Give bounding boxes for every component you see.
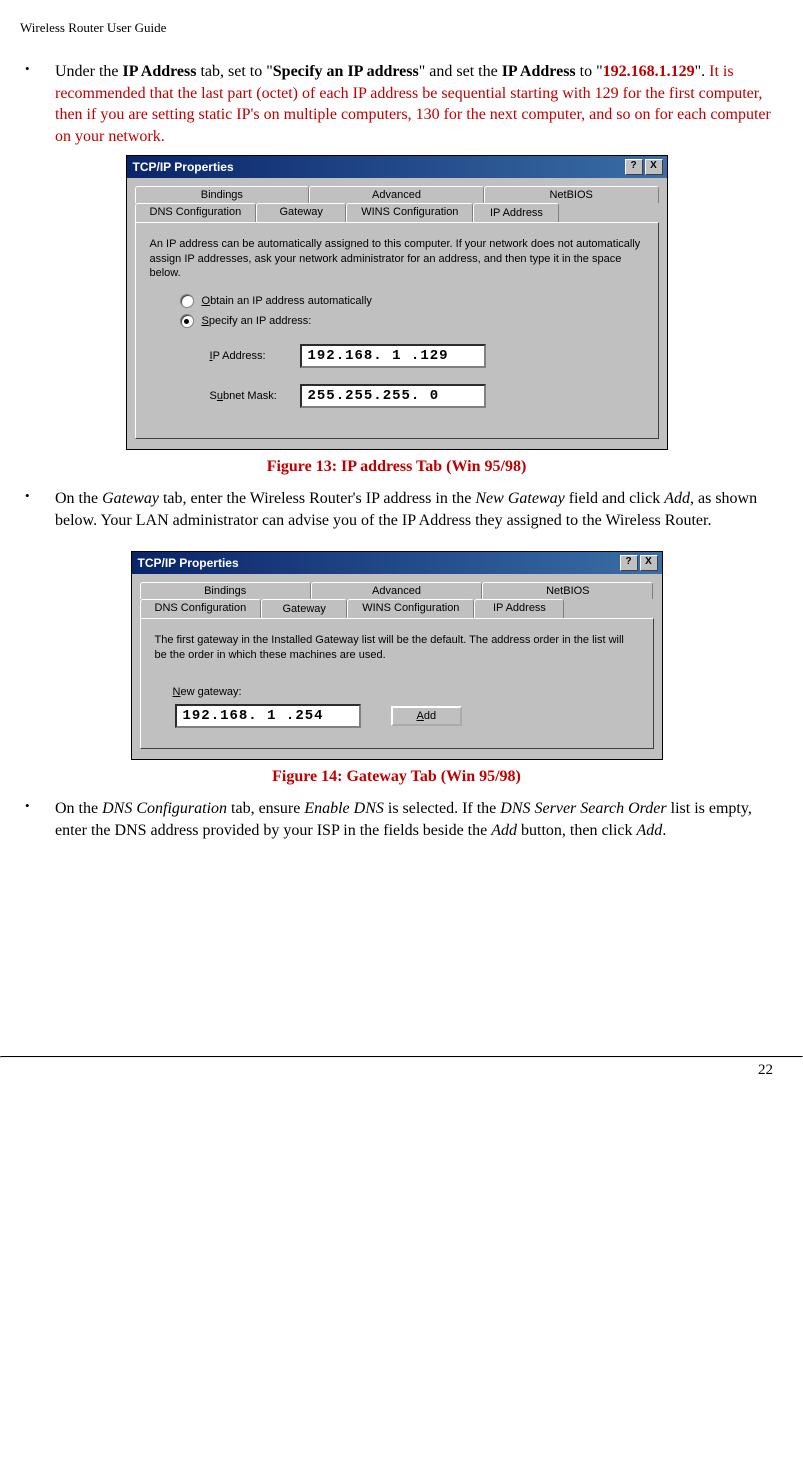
text: to " (576, 63, 603, 80)
tab-bindings[interactable]: Bindings (140, 582, 311, 599)
tab-ipaddress[interactable]: IP Address (473, 203, 559, 222)
text: On the (55, 800, 102, 817)
bullet-dns: • On the DNS Configuration tab, ensure E… (20, 798, 773, 841)
tab-dns[interactable]: DNS Configuration (135, 203, 257, 222)
tcpip-dialog-ip: TCP/IP Properties ? X Bindings Advanced … (126, 155, 668, 450)
new-gateway-label: New gateway: (173, 686, 639, 698)
tab-bindings[interactable]: Bindings (135, 186, 310, 203)
text: . (662, 822, 666, 839)
subnet-mask-label: Subnet Mask: (210, 390, 300, 402)
tab-gateway[interactable]: Gateway (261, 599, 347, 618)
subnet-mask-input[interactable]: 255.255.255. 0 (300, 384, 486, 408)
bullet-gateway: • On the Gateway tab, enter the Wireless… (20, 488, 773, 531)
label: pecify an IP address: (209, 315, 312, 327)
tab-gateway[interactable]: Gateway (256, 203, 346, 222)
tab-ipaddress[interactable]: IP Address (474, 599, 564, 618)
radio-icon (180, 294, 194, 308)
figure-caption-13: Figure 13: IP address Tab (Win 95/98) (20, 458, 773, 476)
text: On the (55, 490, 102, 507)
bullet-content: On the Gateway tab, enter the Wireless R… (55, 488, 773, 531)
tab-wins[interactable]: WINS Configuration (346, 203, 473, 222)
titlebar: TCP/IP Properties ? X (127, 156, 667, 178)
close-button[interactable]: X (640, 555, 658, 571)
ip-address-label: IP Address: (210, 350, 300, 362)
titlebar: TCP/IP Properties ? X (132, 552, 662, 574)
panel-description: An IP address can be automatically assig… (150, 237, 644, 280)
text: Under the (55, 63, 123, 80)
panel-description: The first gateway in the Installed Gatew… (155, 633, 639, 662)
text-italic: Add (491, 822, 517, 839)
text-bold: IP Address (502, 63, 576, 80)
bullet-content: Under the IP Address tab, set to "Specif… (55, 61, 773, 147)
add-button[interactable]: Add (391, 706, 463, 726)
text-italic: Enable DNS (304, 800, 384, 817)
text: field and click (565, 490, 665, 507)
text-italic: DNS Configuration (102, 800, 227, 817)
accel: O (202, 295, 211, 307)
bullet-dot: • (25, 488, 55, 531)
bullet-content: On the DNS Configuration tab, ensure Ena… (55, 798, 773, 841)
help-button[interactable]: ? (620, 555, 638, 571)
text-bold: IP Address (123, 63, 197, 80)
text-italic: Add (637, 822, 663, 839)
text: button, then click (517, 822, 637, 839)
text: ". (695, 63, 710, 80)
tab-dns[interactable]: DNS Configuration (140, 599, 262, 618)
tcpip-dialog-gateway: TCP/IP Properties ? X Bindings Advanced … (131, 551, 663, 760)
text-italic: New Gateway (475, 490, 564, 507)
bullet-dot: • (25, 798, 55, 841)
dialog-title: TCP/IP Properties (136, 556, 239, 570)
text: tab, ensure (227, 800, 304, 817)
close-button[interactable]: X (645, 159, 663, 175)
figure-caption-14: Figure 14: Gateway Tab (Win 95/98) (20, 768, 773, 786)
radio-specify-ip[interactable]: Specify an IP address: (180, 314, 644, 328)
text-ip-value: 192.168.1.129 (603, 63, 695, 80)
text: is selected. If the (384, 800, 500, 817)
tab-panel: The first gateway in the Installed Gatew… (140, 618, 654, 749)
tab-wins[interactable]: WINS Configuration (347, 599, 474, 618)
page-header: Wireless Router User Guide (20, 20, 773, 36)
text-italic: DNS Server Search Order (500, 800, 666, 817)
text-italic: Gateway (102, 490, 159, 507)
bullet-ip-address: • Under the IP Address tab, set to "Spec… (20, 61, 773, 147)
new-gateway-input[interactable]: 192.168. 1 .254 (175, 704, 361, 728)
text: " and set the (419, 63, 502, 80)
dialog-title: TCP/IP Properties (131, 160, 234, 174)
ip-address-input[interactable]: 192.168. 1 .129 (300, 344, 486, 368)
tab-advanced[interactable]: Advanced (309, 186, 484, 203)
bullet-dot: • (25, 61, 55, 147)
label: btain an IP address automatically (210, 295, 372, 307)
help-button[interactable]: ? (625, 159, 643, 175)
text: tab, set to " (196, 63, 272, 80)
radio-obtain-auto[interactable]: Obtain an IP address automatically (180, 294, 644, 308)
text-italic: Add (664, 490, 690, 507)
accel: S (202, 315, 209, 327)
page-number: 22 (0, 1058, 803, 1089)
radio-icon-selected (180, 314, 194, 328)
text-bold: Specify an IP address (273, 63, 419, 80)
tab-netbios[interactable]: NetBIOS (484, 186, 659, 203)
tab-netbios[interactable]: NetBIOS (482, 582, 653, 599)
tab-advanced[interactable]: Advanced (311, 582, 482, 599)
text: tab, enter the Wireless Router's IP addr… (159, 490, 475, 507)
tab-panel: An IP address can be automatically assig… (135, 222, 659, 439)
